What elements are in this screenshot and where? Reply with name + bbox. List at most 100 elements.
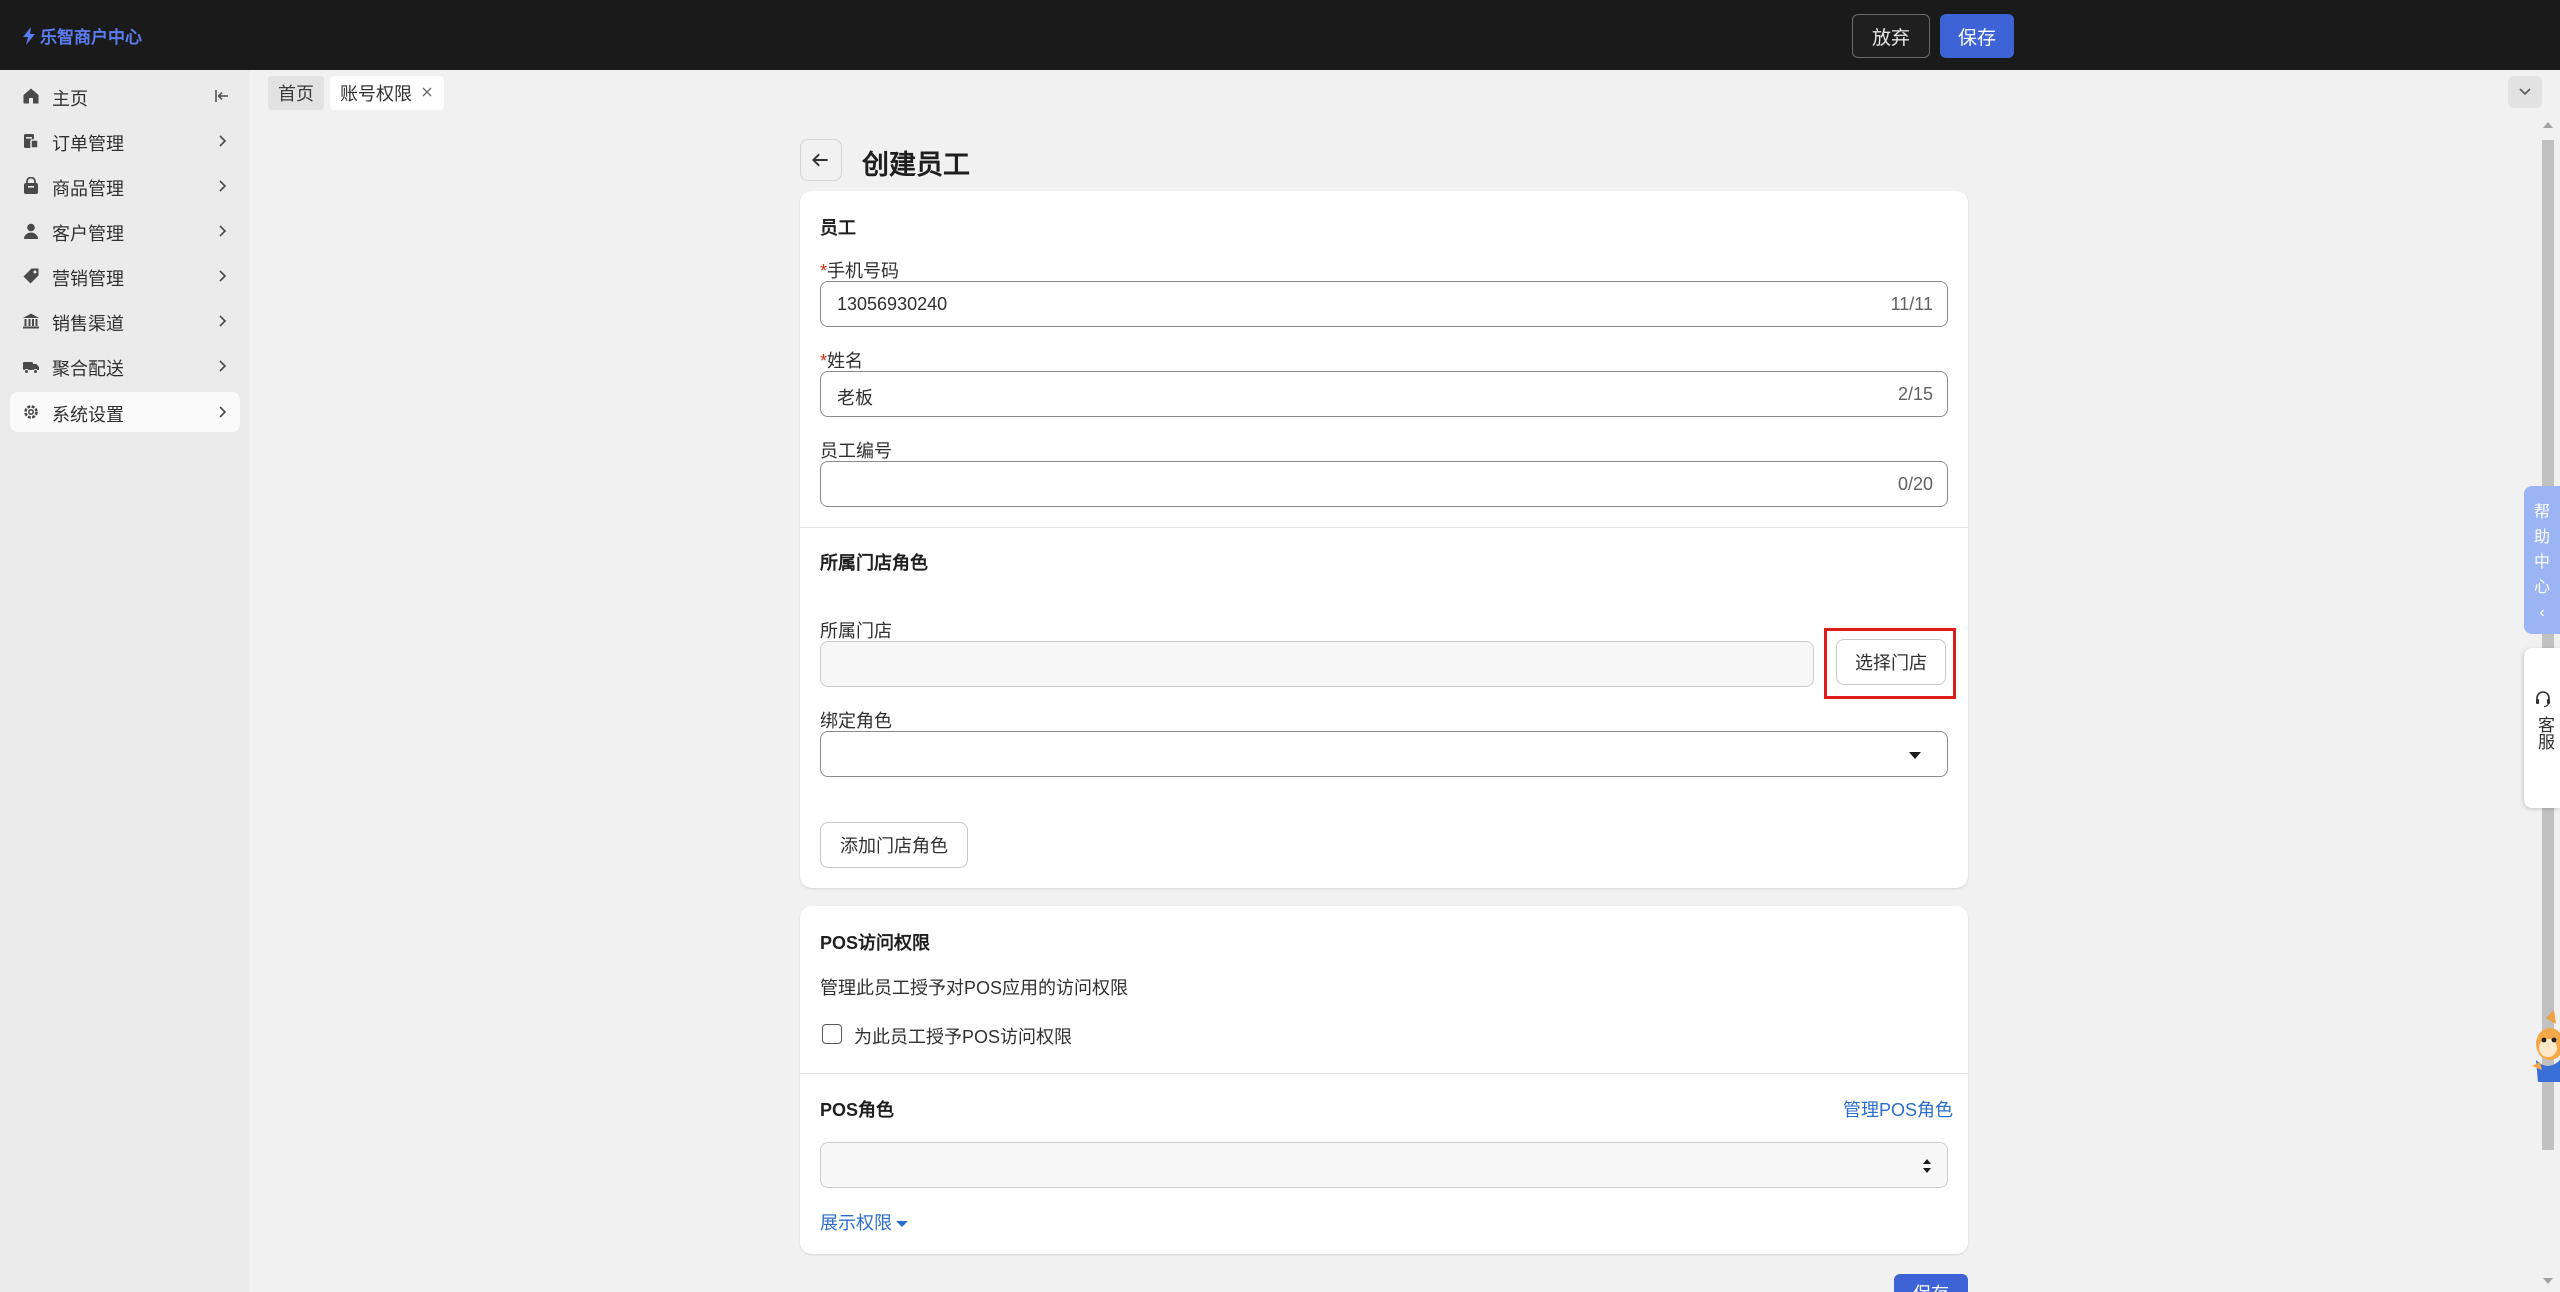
phone-char-count: 11/11 — [1890, 294, 1933, 314]
tag-icon — [23, 268, 39, 284]
chevron-right-icon — [219, 225, 227, 237]
name-label-text: 姓名 — [827, 351, 864, 371]
employee-no-label: 员工编号 — [820, 441, 892, 461]
help-char: 助 — [2533, 529, 2550, 546]
phone-value: 13056930240 — [837, 294, 948, 314]
required-mark: * — [820, 351, 828, 371]
chevron-down-icon — [2519, 88, 2531, 96]
scrollbar-thumb[interactable] — [2542, 140, 2554, 1150]
phone-label-text: 手机号码 — [827, 261, 900, 281]
pos-access-checkbox-label[interactable]: 为此员工授予POS访问权限 — [854, 1023, 1072, 1049]
choose-store-button[interactable]: 选择门店 — [1836, 639, 1946, 685]
store-label: 所属门店 — [820, 621, 892, 641]
store-field — [820, 641, 1814, 687]
sidebar-item-label: 订单管理 — [52, 134, 124, 154]
section-divider — [800, 527, 1968, 528]
bottom-save-button[interactable]: 保存 — [1894, 1274, 1968, 1292]
pos-description: 管理此员工授予对POS应用的访问权限 — [820, 978, 1129, 998]
help-char: 心 — [2533, 579, 2550, 596]
logo-icon — [23, 26, 35, 45]
product-icon — [24, 177, 38, 194]
employee-no-field[interactable]: 0/20 — [820, 461, 1948, 507]
home-icon — [23, 88, 39, 104]
phone-field[interactable]: 13056930240 11/11 — [820, 281, 1948, 327]
caret-down-icon — [1909, 752, 1921, 759]
close-icon[interactable] — [420, 85, 434, 99]
sidebar-item-marketing[interactable]: 营销管理 — [10, 256, 240, 296]
show-permissions-label: 展示权限 — [820, 1213, 892, 1233]
section-divider — [800, 1073, 1968, 1074]
mascot-icon[interactable] — [2524, 1010, 2560, 1092]
chevron-right-icon — [219, 406, 227, 418]
select-arrows-icon — [1923, 1159, 1931, 1173]
role-select[interactable] — [820, 731, 1948, 777]
help-center-tab[interactable]: 帮 助 中 心 ‹ — [2524, 486, 2560, 634]
sidebar-item-home[interactable]: 主页 — [10, 76, 240, 116]
pos-role-title: POS角色 — [820, 1100, 895, 1120]
name-label: *姓名 — [820, 347, 863, 373]
caret-down-icon — [896, 1221, 908, 1228]
sidebar-item-label: 聚合配送 — [52, 359, 124, 379]
sidebar-item-label: 商品管理 — [52, 179, 124, 199]
save-button[interactable]: 保存 — [1940, 14, 2014, 58]
employee-no-char-count: 0/20 — [1897, 474, 1933, 494]
page-title: 创建员工 — [862, 150, 970, 180]
sidebar-item-settings[interactable]: 系统设置 — [10, 392, 240, 432]
chevron-right-icon — [219, 270, 227, 282]
employee-card: 员工 *手机号码 13056930240 11/11 *姓名 老板 2/15 员… — [800, 191, 1968, 888]
arrow-left-icon — [812, 153, 828, 167]
sidebar-item-label: 营销管理 — [52, 269, 124, 289]
customer-service-tab[interactable]: 客服 — [2524, 648, 2560, 808]
scroll-down-arrow[interactable] — [2543, 1278, 2553, 1284]
brand-name: 乐智商户中心 — [40, 28, 142, 47]
sidebar-item-customers[interactable]: 客户管理 — [10, 211, 240, 251]
chevron-right-icon — [219, 360, 227, 372]
chevron-right-icon — [219, 135, 227, 147]
tab-account-permissions[interactable]: 账号权限 — [330, 76, 444, 110]
top-bar: 乐智商户中心 放弃 保存 — [0, 0, 2560, 70]
back-button[interactable] — [800, 139, 842, 181]
sidebar-item-label: 客户管理 — [52, 224, 124, 244]
manage-pos-roles-link[interactable]: 管理POS角色 — [1843, 1096, 1953, 1122]
sidebar-item-label: 主页 — [52, 89, 88, 109]
sidebar-item-products[interactable]: 商品管理 — [10, 166, 240, 206]
tabs-dropdown-button[interactable] — [2508, 76, 2542, 108]
name-value: 老板 — [837, 388, 873, 408]
add-store-role-button[interactable]: 添加门店角色 — [820, 822, 968, 868]
pos-section-title: POS访问权限 — [820, 933, 931, 953]
tab-home[interactable]: 首页 — [268, 76, 324, 110]
sidebar-item-orders[interactable]: 订单管理 — [10, 121, 240, 161]
name-field[interactable]: 老板 2/15 — [820, 371, 1948, 417]
gear-icon — [24, 405, 38, 419]
name-char-count: 2/15 — [1897, 384, 1933, 404]
store-icon — [23, 313, 39, 329]
chevron-right-icon — [219, 315, 227, 327]
phone-label: *手机号码 — [820, 257, 899, 283]
delivery-icon — [23, 362, 39, 374]
chevron-right-icon — [219, 180, 227, 192]
sidebar-item-delivery[interactable]: 聚合配送 — [10, 346, 240, 386]
pos-access-checkbox[interactable] — [822, 1024, 842, 1044]
sidebar-item-label: 销售渠道 — [52, 314, 124, 334]
role-label: 绑定角色 — [820, 711, 892, 731]
sidebar-item-label: 系统设置 — [52, 405, 124, 425]
scroll-up-arrow[interactable] — [2543, 122, 2553, 128]
sidebar: 主页 订单管理 商品管理 客户管理 营销管理 销售渠道 聚合配送 系统设置 — [0, 70, 250, 1292]
customer-icon — [24, 223, 38, 239]
help-collapse-char: ‹ — [2539, 604, 2545, 621]
show-permissions-link[interactable]: 展示权限 — [820, 1209, 908, 1235]
pos-role-select[interactable] — [820, 1142, 1948, 1188]
discard-button[interactable]: 放弃 — [1852, 14, 1930, 58]
headset-icon — [2536, 691, 2550, 708]
store-role-section-title: 所属门店角色 — [820, 553, 928, 573]
help-char: 中 — [2533, 554, 2550, 571]
help-char: 帮 — [2533, 504, 2550, 521]
employee-section-title: 员工 — [820, 218, 856, 238]
tab-label: 账号权限 — [340, 84, 412, 104]
collapse-sidebar-icon[interactable] — [214, 88, 230, 104]
brand-logo[interactable]: 乐智商户中心 — [22, 23, 142, 48]
customer-service-label: 客服 — [2535, 716, 2554, 750]
required-mark: * — [820, 261, 828, 281]
sidebar-item-channels[interactable]: 销售渠道 — [10, 301, 240, 341]
order-icon — [24, 134, 39, 149]
